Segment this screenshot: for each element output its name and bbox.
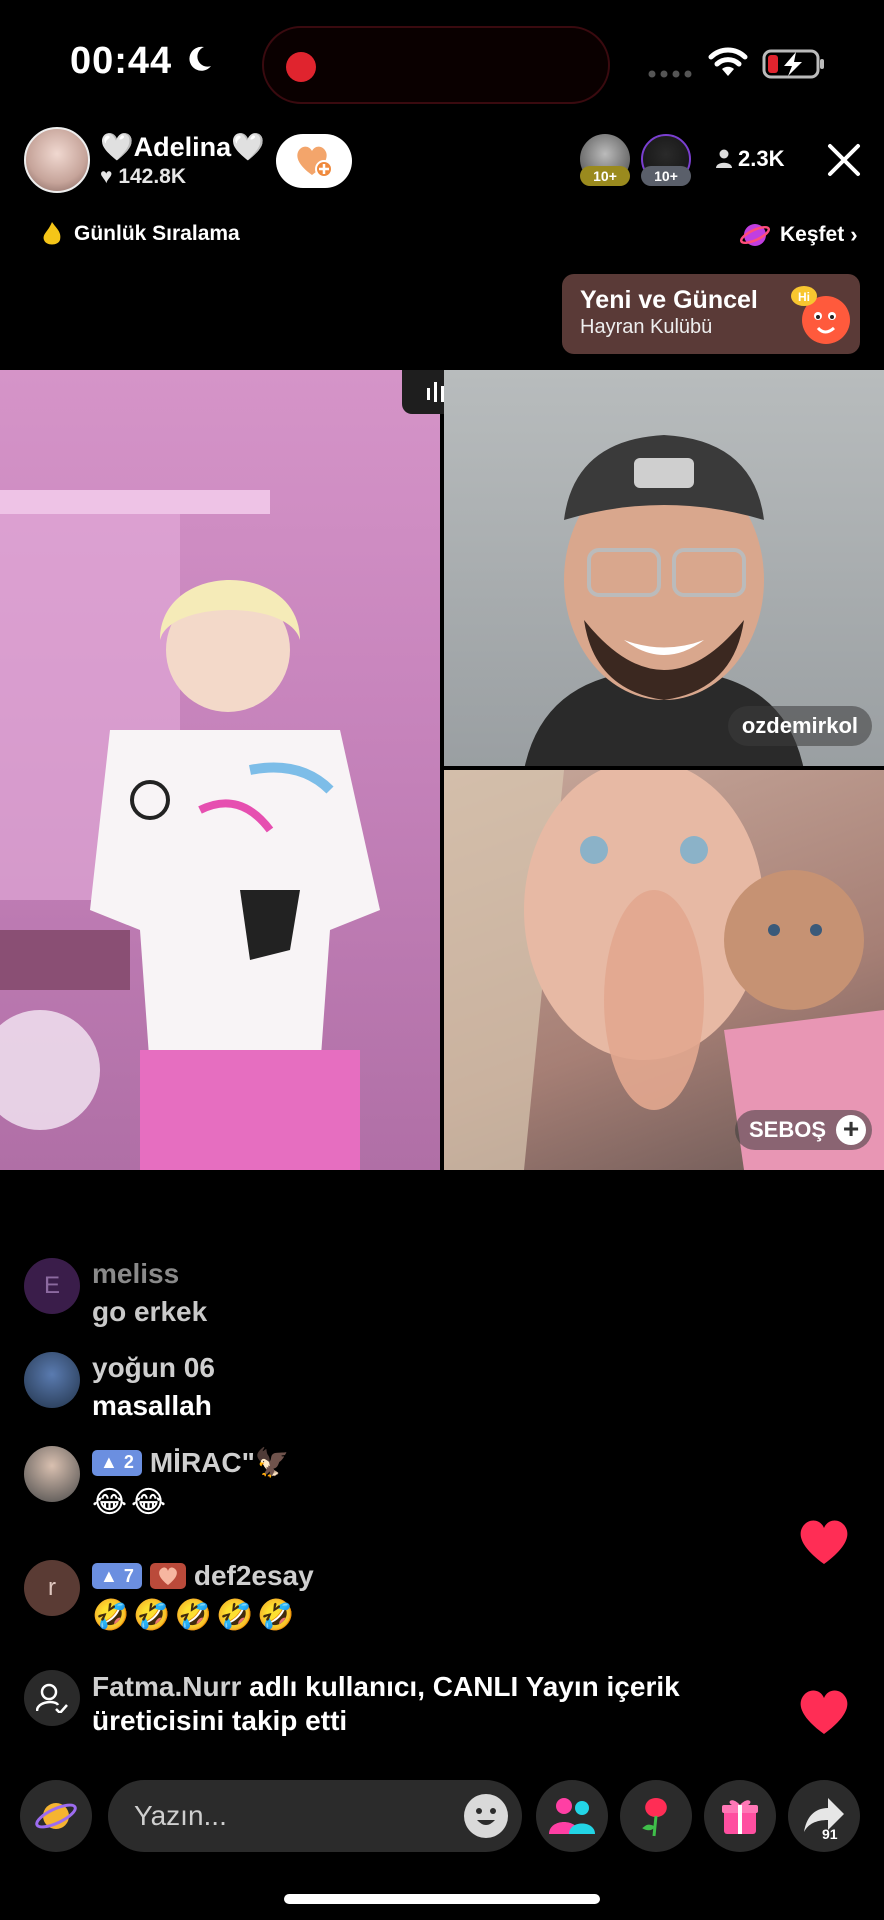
planet-icon	[35, 1803, 77, 1829]
chat-username[interactable]: ▲ 2 MİRAC"🦅	[92, 1446, 290, 1479]
svg-text:Hi: Hi	[798, 290, 810, 304]
explore-label: Keşfet	[780, 223, 845, 246]
follow-guest-plus-icon[interactable]: +	[836, 1115, 866, 1145]
level-badge: ▲ 7	[92, 1563, 142, 1589]
daily-ranking-label: Günlük Sıralama	[74, 222, 240, 245]
rose-icon	[642, 1798, 667, 1837]
home-indicator[interactable]	[284, 1894, 600, 1904]
explore-link[interactable]: Keşfet ›	[740, 220, 858, 250]
dynamic-island	[262, 26, 610, 104]
rose-gift-button[interactable]	[620, 1780, 692, 1852]
guest-name-2: SEBOŞ	[748, 1117, 826, 1142]
fan-club-title: Yeni ve Güncel	[580, 286, 758, 314]
clock: 00:44	[70, 40, 173, 82]
follow-button[interactable]	[276, 134, 352, 188]
heart-small-icon: ♥	[100, 165, 119, 188]
planet-icon	[740, 224, 770, 246]
chat-username-text: MİRAC"🦅	[149, 1447, 290, 1478]
viewer-count[interactable]: 2.3K	[716, 146, 784, 172]
explore-planet-button[interactable]	[20, 1780, 92, 1852]
comment-input[interactable]: Yazın...	[108, 1780, 522, 1852]
chat-username[interactable]: yoğun 06	[92, 1352, 215, 1384]
follow-notification-user[interactable]: Fatma.Nurr	[92, 1671, 241, 1702]
guest-video-1[interactable]: ozdemirkol	[444, 370, 884, 766]
viewer-level-badge-2: 10+	[641, 166, 691, 186]
moon-icon	[189, 46, 211, 71]
status-bar: 00:44	[0, 0, 884, 120]
avatar[interactable]: E	[24, 1258, 80, 1314]
fan-club-banner[interactable]: Yeni ve Güncel Hayran Kulübü Hi	[562, 274, 860, 354]
guests-button[interactable]	[536, 1780, 608, 1852]
chat-text: 🤣🤣🤣🤣🤣	[92, 1599, 299, 1632]
heart-plus-icon	[297, 146, 333, 178]
guest-video-2[interactable]: SEBOŞ +	[444, 770, 884, 1170]
follow-notification-text: Fatma.Nurr adlı kullanıcı, CANLI Yayın i…	[92, 1670, 752, 1738]
viewer-count-value: 2.3K	[738, 146, 785, 171]
chevron-right-icon: ›	[850, 222, 858, 247]
floating-heart-icon	[800, 1690, 848, 1734]
chat-message: yoğun 06 masallah	[24, 1352, 215, 1422]
share-count: 91	[822, 1826, 838, 1842]
chat-text: go erkek	[92, 1296, 208, 1327]
floating-heart-icon	[800, 1520, 848, 1564]
host-profile[interactable]: 🤍Adelina🤍 ♥ 142.8K	[24, 124, 265, 196]
flame-icon	[43, 222, 61, 245]
host-likes-count: 142.8K	[118, 165, 187, 188]
gift-button[interactable]	[704, 1780, 776, 1852]
chat-message: E meliss go erkek	[24, 1258, 207, 1328]
fan-club-badge	[149, 1563, 186, 1589]
triangle-icon: ▲	[100, 1565, 118, 1586]
host-video-scene	[0, 490, 380, 1170]
level-badge: ▲ 2	[92, 1449, 142, 1476]
chat-text: 😂😂	[92, 1486, 171, 1519]
avatar[interactable]	[24, 1446, 80, 1502]
guest-name-tag-1[interactable]: ozdemirkol	[727, 706, 872, 746]
comment-input-placeholder: Yazın...	[134, 1800, 227, 1831]
follow-notification: Fatma.Nurr adlı kullanıcı, CANLI Yayın i…	[24, 1670, 752, 1738]
multi-guest-icon	[549, 1798, 595, 1834]
viewer-level-badge-1: 10+	[580, 166, 630, 186]
gift-icon	[722, 1800, 758, 1834]
chat-username[interactable]: ▲ 7 def2esay	[92, 1560, 314, 1592]
level-value: 2	[123, 1452, 134, 1472]
daily-ranking-link[interactable]: Günlük Sıralama	[40, 220, 240, 248]
host-video[interactable]	[0, 370, 440, 1170]
level-value: 7	[123, 1565, 134, 1586]
emoji-icon[interactable]	[462, 1792, 510, 1840]
chat-feed[interactable]: E meliss go erkek yoğun 06 masallah ▲ 2 M…	[0, 1250, 884, 1750]
host-name: 🤍Adelina🤍	[100, 132, 265, 162]
fan-club-subtitle: Hayran Kulübü	[580, 316, 713, 338]
avatar[interactable]	[24, 1352, 80, 1408]
heart-badge-icon	[158, 1567, 177, 1585]
guest-name-tag-2[interactable]: SEBOŞ +	[734, 1110, 872, 1150]
chat-username-text: def2esay	[193, 1560, 314, 1591]
bottom-toolbar: Yazın...	[0, 1776, 884, 1856]
follow-user-icon	[24, 1670, 80, 1726]
wifi-icon	[708, 47, 748, 76]
person-icon	[716, 149, 732, 168]
signal-dots-icon	[648, 70, 692, 78]
chat-message: r ▲ 7 def2esay 🤣🤣🤣🤣🤣	[24, 1560, 314, 1633]
host-avatar[interactable]	[24, 127, 90, 193]
recording-indicator-icon	[286, 52, 316, 82]
video-grid: ozdemirkol SEBOŞ +	[0, 370, 884, 1170]
avatar[interactable]: r	[24, 1560, 80, 1616]
triangle-icon: ▲	[100, 1452, 118, 1472]
fan-club-mascot-icon: Hi	[791, 286, 850, 344]
chat-username[interactable]: meliss	[92, 1258, 207, 1290]
battery-charging-icon	[762, 49, 824, 79]
host-likes: ♥ 142.8K	[100, 165, 265, 189]
close-icon[interactable]	[824, 140, 864, 180]
chat-message: ▲ 2 MİRAC"🦅 😂😂	[24, 1446, 290, 1520]
chat-text: masallah	[92, 1390, 212, 1421]
